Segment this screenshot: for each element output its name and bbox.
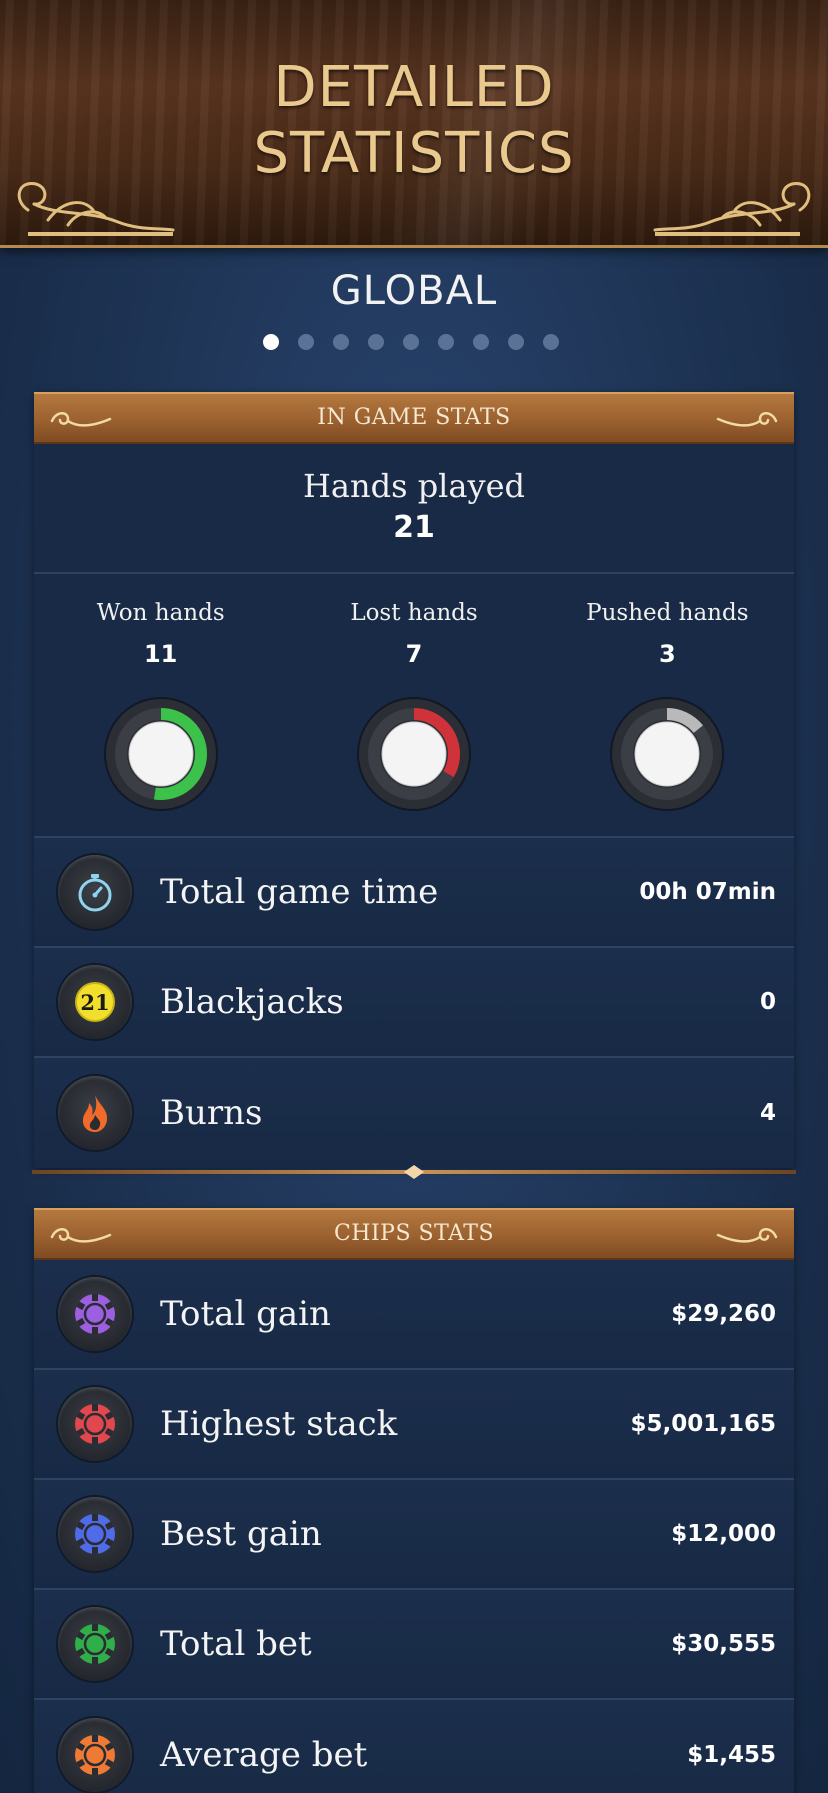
flame-icon: [58, 1076, 132, 1150]
stat-row-total-gain: Total gain $29,260: [34, 1260, 794, 1370]
chip-notch: [92, 1514, 98, 1521]
stat-label: Average bet: [160, 1735, 368, 1775]
won-hands-value: 11: [143, 640, 178, 668]
orange-chip-icon: [58, 1718, 132, 1792]
stat-row-total-game-time: Total game time 00h 07min: [34, 838, 794, 948]
stats-scope-label: GLOBAL: [330, 268, 498, 314]
ring-center: [381, 721, 447, 787]
stat-value: $29,260: [671, 1301, 776, 1327]
curl-ornament-icon: [716, 412, 778, 427]
page-dot-2[interactable]: [298, 334, 314, 350]
chip-notch: [92, 1657, 98, 1664]
chip-notch: [92, 1294, 98, 1301]
purple-chip-icon: [58, 1277, 132, 1351]
page-dot-5[interactable]: [403, 334, 419, 350]
pushed-hands-stat: Pushed hands 3: [541, 574, 794, 836]
stat-value: 0: [759, 989, 776, 1015]
page-dot-4[interactable]: [368, 334, 384, 350]
in-game-stats-header: IN GAME STATS: [34, 392, 794, 444]
chip-center: [83, 1302, 107, 1326]
pushed-hands-label: Pushed hands: [586, 600, 749, 626]
chip-notch: [92, 1404, 98, 1411]
hands-played-value: 21: [393, 510, 435, 545]
stat-label: Highest stack: [160, 1404, 398, 1444]
stat-label: Total gain: [160, 1294, 331, 1334]
header-banner: DETAILED STATISTICS: [0, 0, 828, 248]
chip-notch: [92, 1624, 98, 1631]
chip-notch: [92, 1547, 98, 1554]
stat-row-average-bet: Average bet $1,455: [34, 1700, 794, 1793]
stat-label: Burns: [160, 1093, 263, 1133]
chip-center: [83, 1632, 107, 1656]
stopwatch-icon: [58, 855, 132, 929]
chip-notch: [92, 1768, 98, 1775]
hands-played-label: Hands played: [303, 467, 525, 505]
stat-label: Total bet: [160, 1624, 312, 1664]
lost-hands-stat: Lost hands 7: [287, 574, 540, 836]
ornament-right-icon: [653, 182, 811, 236]
page-dot-6[interactable]: [438, 334, 454, 350]
pushed-hands-ring: [610, 697, 725, 811]
page-dot-8[interactable]: [508, 334, 524, 350]
page-title: DETAILED STATISTICS: [0, 55, 828, 187]
hands-breakdown: Won hands 11 Lost hands 7 Pushed hands 3: [34, 574, 794, 838]
stat-value: $30,555: [671, 1631, 776, 1657]
page-dot-1[interactable]: [263, 334, 279, 350]
chips-stats-panel: CHIPS STATS Total gain $29,260 Highest s…: [34, 1208, 794, 1793]
stat-label: Total game time: [160, 872, 439, 912]
page-dot-9[interactable]: [543, 334, 559, 350]
blackjack-21-icon: 21: [58, 965, 132, 1039]
stat-row-blackjacks: 21 Blackjacks 0: [34, 948, 794, 1058]
red-chip-icon: [58, 1387, 132, 1461]
chips-stats-header: CHIPS STATS: [34, 1208, 794, 1260]
chip-notch: [92, 1327, 98, 1334]
blue-chip-icon: [58, 1497, 132, 1571]
stat-value: 4: [759, 1100, 776, 1126]
stat-value: 00h 07min: [639, 879, 776, 905]
in-game-stats-panel: IN GAME STATS Hands played 21 Won hands …: [34, 392, 794, 1168]
lost-hands-value: 7: [405, 640, 423, 668]
stat-label: Blackjacks: [160, 982, 344, 1022]
page-dot-7[interactable]: [473, 334, 489, 350]
page-dot-3[interactable]: [333, 334, 349, 350]
pushed-hands-value: 3: [658, 640, 676, 668]
stat-label: Best gain: [160, 1514, 322, 1554]
lost-hands-ring: [356, 697, 471, 811]
chips-stats-title: CHIPS STATS: [333, 1221, 495, 1246]
ring-center: [634, 721, 700, 787]
stat-row-highest-stack: Highest stack $5,001,165: [34, 1370, 794, 1480]
stat-row-burns: Burns 4: [34, 1058, 794, 1168]
lost-hands-label: Lost hands: [350, 600, 478, 626]
curl-ornament-icon: [716, 1228, 778, 1243]
chip-center: [83, 1743, 107, 1767]
stat-row-best-gain: Best gain $12,000: [34, 1480, 794, 1590]
stat-value: $1,455: [687, 1742, 776, 1768]
svg-text:21: 21: [80, 990, 109, 1015]
page-title-line-1: DETAILED: [273, 55, 555, 120]
won-hands-ring: [103, 697, 218, 811]
page-indicator[interactable]: [263, 334, 559, 350]
curl-ornament-icon: [50, 1228, 112, 1243]
divider-diamond-icon: [404, 1165, 424, 1179]
ornament-left-icon: [17, 182, 175, 236]
stat-value: $5,001,165: [630, 1411, 776, 1437]
chip-notch: [92, 1735, 98, 1742]
ring-center: [128, 721, 194, 787]
won-hands-label: Won hands: [96, 600, 225, 626]
stat-row-total-bet: Total bet $30,555: [34, 1590, 794, 1700]
chip-notch: [92, 1437, 98, 1444]
in-game-stats-title: IN GAME STATS: [317, 405, 511, 430]
curl-ornament-icon: [50, 412, 112, 427]
won-hands-stat: Won hands 11: [34, 574, 287, 836]
green-chip-icon: [58, 1607, 132, 1681]
chip-center: [83, 1412, 107, 1436]
hands-played-block: Hands played 21: [34, 444, 794, 574]
chip-center: [83, 1522, 107, 1546]
stat-value: $12,000: [671, 1521, 776, 1547]
